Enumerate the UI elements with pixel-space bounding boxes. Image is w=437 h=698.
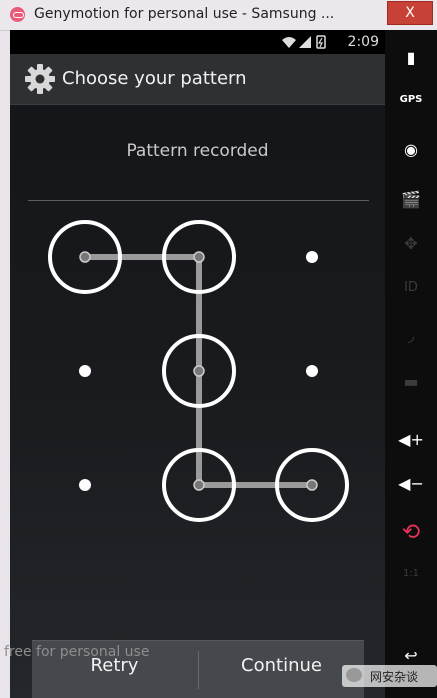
wechat-watermark: 网安杂谈 xyxy=(342,665,437,687)
capture-icon[interactable]: 🎬 xyxy=(385,190,437,209)
status-icons xyxy=(281,35,329,53)
scale-icon[interactable]: 1:1 xyxy=(385,568,437,579)
pattern-status-text: Pattern recorded xyxy=(126,141,269,161)
divider xyxy=(28,200,369,201)
window-titlebar: Genymotion for personal use - Samsung ..… xyxy=(0,0,437,31)
pattern-node-selected[interactable] xyxy=(306,479,318,491)
back-icon[interactable]: ↩ xyxy=(385,646,437,665)
rss-icon[interactable]: ◞ xyxy=(385,326,437,345)
id-icon[interactable]: ID xyxy=(385,280,437,295)
rotate-icon[interactable]: ⟲ xyxy=(385,520,437,545)
pattern-node-selected[interactable] xyxy=(193,479,205,491)
pattern-node-selected[interactable] xyxy=(193,251,205,263)
wifi-signal-battery-icon xyxy=(282,35,326,49)
device-screen: 2:09 Choose your pattern Pattern recorde… xyxy=(10,30,385,698)
free-watermark: free for personal use xyxy=(4,644,150,660)
window-title: Genymotion for personal use - Samsung ..… xyxy=(34,6,335,22)
pattern-node[interactable] xyxy=(79,365,91,377)
page-title: Choose your pattern xyxy=(62,68,247,89)
close-button[interactable]: X xyxy=(387,1,433,25)
status-time: 2:09 xyxy=(347,34,379,50)
genymotion-icon xyxy=(10,7,25,22)
pattern-node[interactable] xyxy=(306,365,318,377)
gps-icon[interactable]: GPS xyxy=(385,94,437,105)
pattern-grid[interactable] xyxy=(10,210,385,570)
battery-icon[interactable]: ▮ xyxy=(385,48,437,67)
pattern-node-selected[interactable] xyxy=(79,251,91,263)
action-bar: Choose your pattern xyxy=(10,54,385,105)
status-bar: 2:09 xyxy=(10,30,385,54)
wechat-icon xyxy=(346,668,362,682)
volume-down-icon[interactable]: ◀− xyxy=(385,474,437,493)
pattern-node-selected[interactable] xyxy=(193,365,205,377)
sms-icon[interactable]: ▬ xyxy=(385,372,437,391)
dpad-icon[interactable]: ✥ xyxy=(385,234,437,253)
camera-icon[interactable]: ◉ xyxy=(385,140,437,159)
volume-up-icon[interactable]: ◀+ xyxy=(385,430,437,449)
pattern-node[interactable] xyxy=(79,479,91,491)
wechat-label: 网安杂谈 xyxy=(370,670,419,684)
genymotion-sidebar: ▮ GPS ◉ 🎬 ✥ ID ◞ ▬ ◀+ ◀− ⟲ 1:1 ↩ xyxy=(385,30,437,698)
continue-button[interactable]: Continue xyxy=(199,641,364,698)
pattern-node[interactable] xyxy=(306,251,318,263)
gear-icon xyxy=(25,64,55,94)
